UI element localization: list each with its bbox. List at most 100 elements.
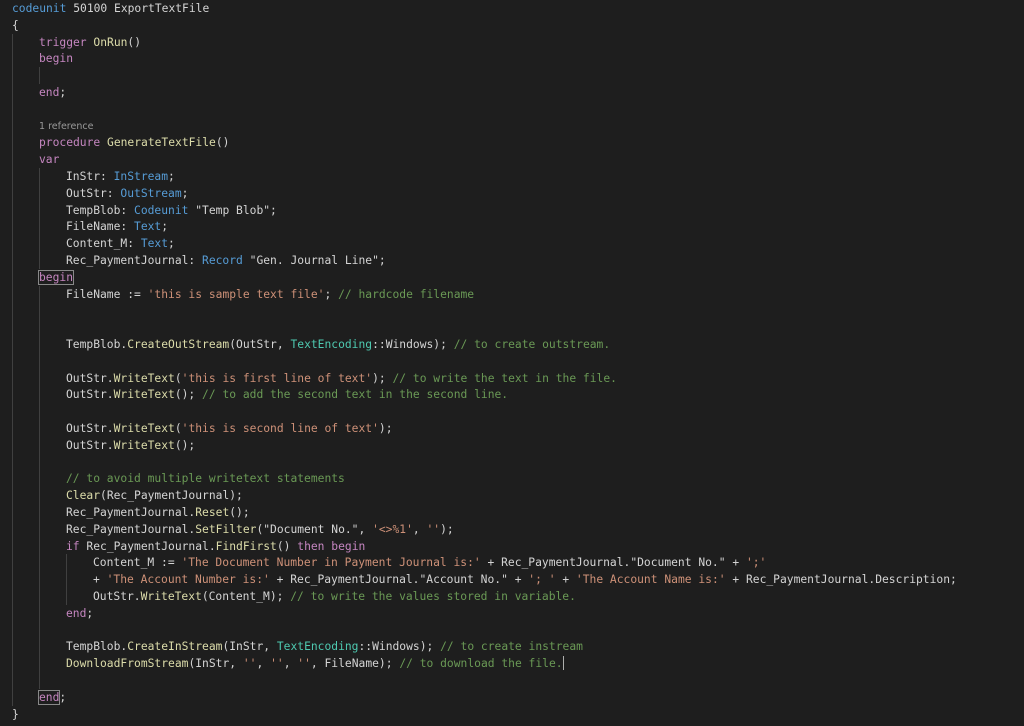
code-token: FindFirst [215, 539, 277, 553]
code-token: ; [181, 186, 189, 200]
code-token: Rec_PaymentJournal. [79, 539, 216, 553]
code-line: { [12, 17, 19, 34]
code-line: InStr: InStream; [66, 168, 175, 185]
code-line: begin [39, 50, 73, 67]
code-token: ; [59, 86, 67, 99]
code-line: end; [37, 689, 66, 706]
code-token: Reset [195, 506, 230, 519]
code-line: Content_M := 'The Document Number in Pay… [93, 554, 766, 571]
code-token: // to download the file. [399, 657, 563, 671]
code-token: SetFilter [195, 522, 257, 536]
code-line: OutStr.WriteText('this is second line of… [66, 420, 393, 437]
code-token: + [555, 573, 576, 587]
indent-guide [39, 285, 40, 689]
code-token: Content_M: [66, 237, 141, 251]
code-line: Clear(Rec_PaymentJournal); [66, 487, 243, 504]
code-token: () [276, 539, 298, 553]
code-token: TempBlob. [66, 338, 128, 351]
code-token: WriteText [113, 388, 175, 402]
code-token: Content_M := [93, 556, 182, 570]
code-token: GenerateTextFile [100, 136, 216, 150]
code-token: CreateInStream [127, 640, 223, 654]
code-token: trigger [39, 35, 87, 49]
bracket-match-highlight: end [37, 689, 61, 705]
code-line: Rec_PaymentJournal.Reset(); [66, 504, 250, 521]
code-line: Rec_PaymentJournal: Record "Gen. Journal… [66, 252, 386, 269]
code-token: Rec_PaymentJournal: [66, 254, 203, 267]
code-line: end; [66, 605, 93, 622]
code-token: // hardcode filename [338, 287, 475, 301]
code-token: (); [229, 506, 250, 519]
code-token: + Rec_PaymentJournal."Document No." + [480, 556, 746, 570]
code-token: , [283, 657, 298, 671]
code-token: 50100 ExportTextFile [66, 2, 210, 15]
code-token: procedure [39, 136, 101, 150]
code-editor[interactable]: codeunit 50100 ExportTextFile{ trigger On… [0, 0, 1024, 726]
code-token: '' [426, 522, 441, 536]
bracket-match-highlight: begin [37, 269, 75, 285]
code-token: FileName: [66, 220, 135, 234]
code-token: (Rec_PaymentJournal); [100, 489, 243, 503]
code-token: OutStr. [66, 422, 114, 435]
code-token: '' [297, 657, 311, 671]
code-token: ; [161, 220, 169, 234]
code-line: var [39, 151, 59, 168]
code-token: Text [140, 237, 169, 251]
code-token: ::Windows); [372, 338, 454, 351]
code-token: 'this is second line of text' [181, 422, 379, 435]
code-token: TempBlob. [66, 640, 128, 654]
code-token: OutStream [120, 186, 182, 200]
code-line: // to avoid multiple writetext statement… [66, 470, 345, 487]
code-token: then [297, 539, 325, 553]
code-token: TextEncoding [290, 338, 373, 351]
code-line: TempBlob: Codeunit "Temp Blob"; [66, 202, 277, 219]
code-token: // to write the values stored in variabl… [290, 590, 576, 603]
code-token: + Rec_PaymentJournal.Description; [725, 573, 957, 587]
code-token: Rec_PaymentJournal. [66, 506, 196, 519]
code-line: OutStr.WriteText('this is first line of … [66, 370, 617, 387]
code-line: OutStr.WriteText(); // to add the second… [66, 386, 508, 403]
code-token: WriteText [140, 590, 202, 603]
indent-guide [39, 67, 40, 84]
code-line: codeunit 50100 ExportTextFile [12, 0, 209, 17]
code-token: WriteText [113, 438, 175, 452]
code-token: OutStr: [66, 186, 121, 200]
code-token: () [215, 136, 230, 150]
code-line: if Rec_PaymentJournal.FindFirst() then b… [66, 538, 365, 555]
code-token: Clear [66, 489, 101, 503]
code-token: , [256, 657, 271, 671]
code-token: "Gen. Journal Line"; [242, 254, 386, 267]
code-line: FileName := 'this is sample text file'; … [66, 286, 474, 303]
code-token: var [39, 153, 60, 167]
code-token: begin [39, 52, 74, 66]
code-token: , [412, 522, 427, 536]
code-token: Rec_PaymentJournal. [66, 522, 196, 536]
code-token: ("Document No.", [256, 522, 373, 536]
code-token: ; [168, 237, 175, 251]
code-token: (OutStr, [229, 338, 291, 351]
code-line: Rec_PaymentJournal.SetFilter("Document N… [66, 521, 454, 538]
code-token: + [93, 573, 107, 587]
code-token: 'The Account Name is:' [575, 573, 726, 587]
code-token: 'The Document Number in Payment Journal … [181, 556, 481, 570]
code-token: + Rec_PaymentJournal."Account No." + [269, 573, 529, 587]
code-token: ( [174, 422, 182, 435]
code-token: // to add the second text in the second … [202, 388, 509, 402]
indent-guide [39, 168, 40, 269]
code-token: ); [378, 422, 393, 435]
code-token: ::Windows); [358, 640, 441, 654]
code-token: begin [39, 270, 74, 284]
code-token: 1 reference [39, 120, 94, 132]
code-line: Content_M: Text; [66, 235, 175, 252]
code-token: OutStr. [66, 371, 114, 385]
code-token: OnRun [86, 35, 128, 49]
code-token: Record [202, 254, 243, 267]
code-line: end; [39, 84, 66, 101]
code-line: OutStr: OutStream; [66, 185, 188, 202]
codelens-reference[interactable]: 1 reference [39, 118, 93, 135]
code-token: OutStr. [66, 438, 114, 452]
code-token: ; [86, 606, 94, 620]
code-token: InStr: [66, 170, 114, 183]
code-token: TempBlob: [66, 203, 135, 217]
code-token: (InStr, [188, 657, 243, 671]
